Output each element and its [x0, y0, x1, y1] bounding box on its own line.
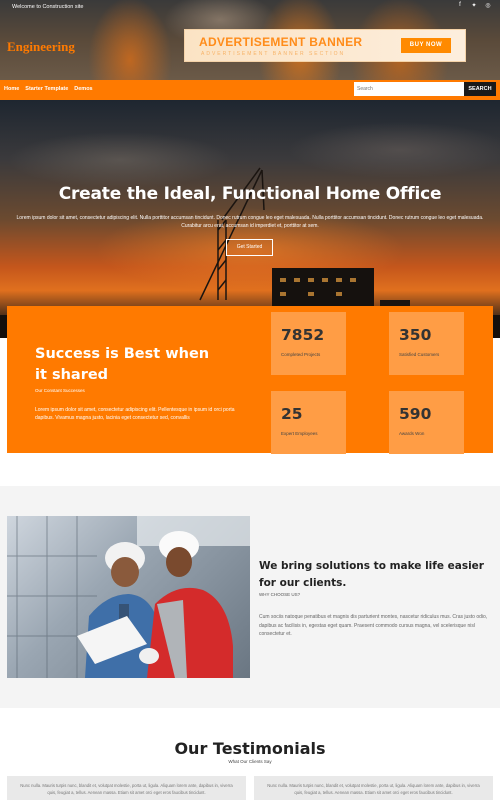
testimonial-card: Nunc nulla. Mauris turpis nunc, blandit …: [254, 776, 493, 800]
nav-links: Home Starter Template Demos: [4, 86, 93, 92]
ad-title: ADVERTISEMENT BANNER: [199, 35, 363, 49]
search-input[interactable]: [354, 82, 464, 96]
stats-text: Lorem ipsum dolor sit amet, consectetur …: [35, 407, 235, 421]
stat-label: Awards Won: [399, 431, 425, 436]
instagram-icon[interactable]: ◎: [484, 2, 492, 9]
testimonial-card: Nunc nulla. Mauris turpis nunc, blandit …: [7, 776, 246, 800]
advertisement-banner[interactable]: ADVERTISEMENT BANNER ADVERTISEMENT BANNE…: [184, 29, 466, 62]
stat-value: 7852: [281, 326, 325, 344]
solutions-text: Cum sociis natoque penatibus et magnis d…: [259, 614, 488, 637]
testimonial-text: Nunc nulla. Mauris turpis nunc, blandit …: [267, 783, 480, 795]
welcome-text: Welcome to Construction site: [12, 4, 84, 10]
testimonial-text: Nunc nulla. Mauris turpis nunc, blandit …: [20, 783, 233, 795]
hero-text: Lorem ipsum dolor sit amet, consectetur …: [16, 215, 484, 229]
testimonials-title: Our Testimonials: [174, 739, 326, 758]
stat-card: 350 Satisfied Customers: [389, 312, 464, 375]
buy-now-button[interactable]: BUY NOW: [401, 38, 451, 53]
social-links: f ✦ ◎: [456, 2, 492, 9]
stat-value: 590: [399, 405, 432, 423]
nav-item-demos[interactable]: Demos: [74, 86, 92, 92]
nav-item-starter-template[interactable]: Starter Template: [25, 86, 68, 92]
search-button[interactable]: SEARCH: [464, 82, 496, 96]
facebook-icon[interactable]: f: [456, 2, 464, 9]
stat-label: Completed Projects: [281, 352, 321, 357]
get-started-button[interactable]: Get Started: [226, 239, 273, 256]
workers-illustration: [7, 516, 250, 678]
site-header: Welcome to Construction site f ✦ ◎ Engin…: [0, 0, 500, 80]
solutions-subtitle: WHY CHOOSE US?: [259, 592, 301, 597]
ad-subtitle: ADVERTISEMENT BANNER SECTION: [201, 51, 346, 57]
testimonials-subtitle: What Our Clients Say: [228, 759, 272, 764]
stat-label: Satisfied Customers: [399, 352, 440, 357]
nav-item-home[interactable]: Home: [4, 86, 19, 92]
stat-card: 7852 Completed Projects: [271, 312, 346, 375]
stats-section: Success is Best when it shared Our Const…: [7, 306, 493, 454]
stats-subtitle: Our Constant Successes: [35, 388, 85, 393]
site-logo[interactable]: Engineering: [7, 39, 75, 55]
stat-label: Expert Employees: [281, 431, 318, 436]
stat-card: 25 Expert Employees: [271, 391, 346, 454]
twitter-icon[interactable]: ✦: [470, 2, 478, 9]
hero-title: Create the Ideal, Functional Home Office: [58, 184, 442, 204]
stat-card: 590 Awards Won: [389, 391, 464, 454]
solutions-title: We bring solutions to make life easier f…: [259, 560, 484, 589]
stats-title: Success is Best when it shared: [35, 346, 210, 383]
stat-value: 350: [399, 326, 432, 344]
stat-value: 25: [281, 405, 303, 423]
hero-section: Create the Ideal, Functional Home Office…: [0, 100, 500, 338]
workers-photo: [7, 516, 250, 678]
